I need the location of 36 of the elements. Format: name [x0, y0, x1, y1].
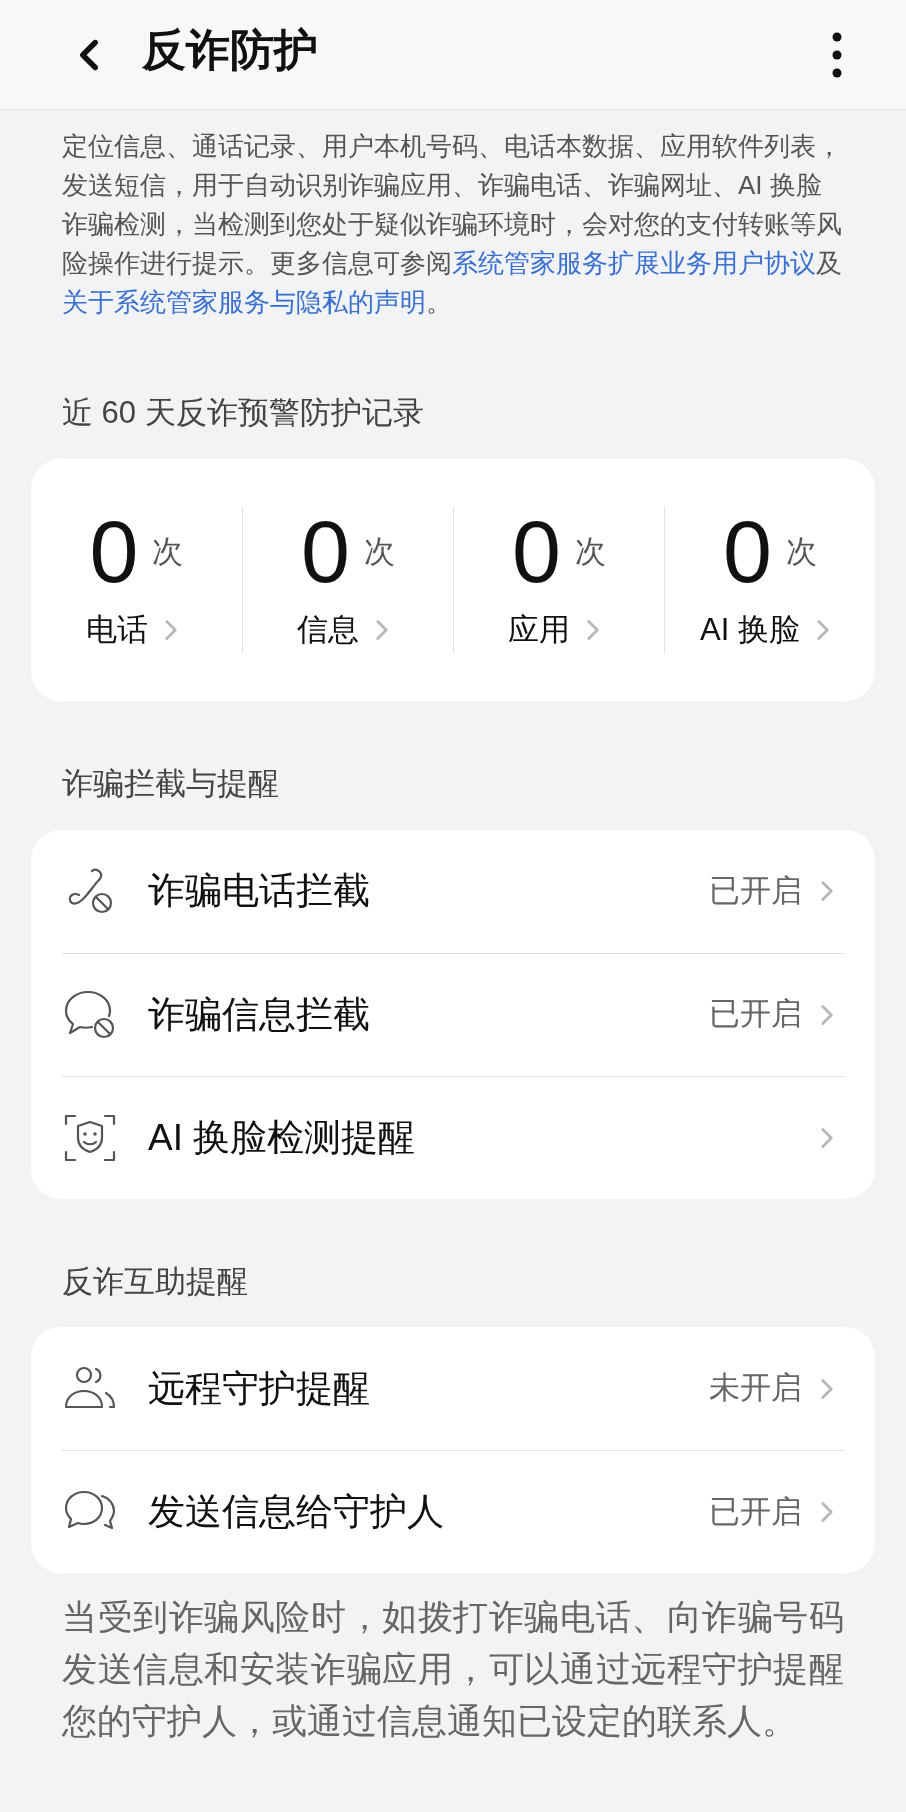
section-heading: 反诈互助提醒 — [61, 1262, 249, 1301]
settings-row[interactable]: AI 换脸检测提醒 — [62, 1075, 844, 1199]
setting-label: 诈骗电话拦截 — [148, 869, 370, 914]
setting-status: 已开启 — [709, 871, 802, 910]
count-unit: 次 — [363, 532, 395, 571]
record-category-link[interactable]: 电话 — [85, 606, 188, 653]
section-heading: 诈骗拦截与提醒 — [61, 765, 280, 803]
policy-link[interactable]: 关于系统管家服务与隐私的声明 — [62, 287, 426, 317]
setting-status: 未开启 — [709, 1369, 802, 1408]
record-count: 0 — [723, 506, 772, 597]
policy-link[interactable]: 系统管家服务扩展业务用户协议 — [452, 248, 816, 278]
record-category-link[interactable]: 应用 — [508, 606, 610, 653]
more-icon — [832, 31, 842, 78]
guardian-description: 当受到诈骗风险时，如拨打诈骗电话、向诈骗号码发送信息和安装诈骗应用，可以通过远程守护提醒您的守护人，或通过信息通知已设定的联系人。 — [61, 1596, 845, 1742]
privacy-notice: 定位信息、通话记录、用户本机号码、电话本数据、应用软件列表，发送短信，用于自动识别诈骗应用、诈骗电话、诈骗网址、AI 换脸诈骗检测，当检测到您处于疑似诈骗环境时，会对您的支付转账等风险操作进行提示。更多信息可参阅系统管家服务扩展业务用户协议及 关于系统管家服务与隐私的声明。 — [62, 130, 843, 319]
count-unit: 次 — [574, 532, 606, 571]
setting-status: 已开启 — [709, 1492, 802, 1531]
record-category-link[interactable]: AI 换脸 — [700, 606, 840, 653]
section-heading: 近 60 天反诈预警防护记录 — [61, 394, 425, 432]
setting-label: 诈骗信息拦截 — [148, 992, 370, 1037]
record-count: 0 — [512, 506, 561, 597]
setting-label: AI 换脸检测提醒 — [148, 1115, 416, 1160]
setting-label: 远程守护提醒 — [148, 1366, 370, 1411]
count-unit: 次 — [152, 532, 184, 571]
more-menu-button[interactable] — [832, 31, 842, 78]
settings-row[interactable]: 诈骗信息拦截 已开启 — [62, 952, 844, 1076]
record-count: 0 — [89, 506, 139, 597]
record-category-link[interactable]: 信息 — [297, 606, 399, 653]
setting-status: 已开启 — [709, 995, 802, 1034]
count-unit: 次 — [785, 532, 817, 571]
settings-row[interactable]: 发送信息给守护人 已开启 — [62, 1450, 844, 1573]
settings-row[interactable]: 远程守护提醒 未开启 — [62, 1327, 844, 1450]
setting-label: 发送信息给守护人 — [148, 1490, 444, 1535]
record-count: 0 — [301, 506, 350, 597]
settings-row[interactable]: 诈骗电话拦截 已开启 — [62, 829, 844, 953]
page-title: 反诈防护 — [142, 23, 318, 76]
